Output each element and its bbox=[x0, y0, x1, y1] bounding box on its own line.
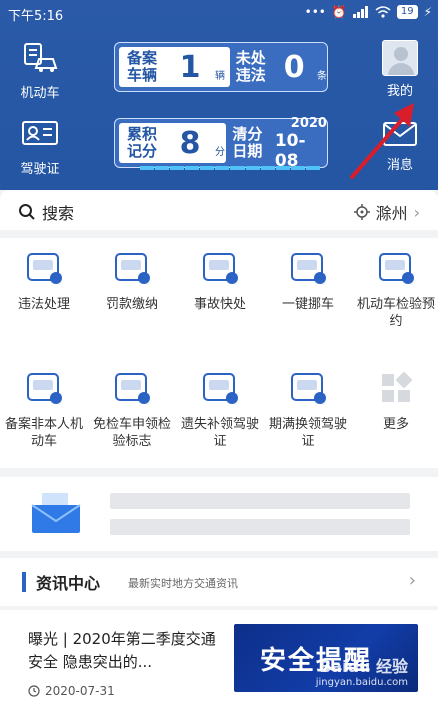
chevron-right-icon: › bbox=[413, 202, 420, 222]
city-label: 滁州 bbox=[375, 204, 408, 223]
points-box: 累积记分 8 分 bbox=[119, 123, 227, 163]
fine-payment-icon bbox=[110, 246, 154, 290]
article-title: 曝光 | 2020年第二季度交通安全 隐患突出的... bbox=[28, 630, 216, 671]
mine-button[interactable]: 我的 bbox=[378, 40, 422, 99]
violation-label: 未处违法 bbox=[235, 49, 266, 84]
article-date: 2020-07-31 bbox=[45, 684, 115, 698]
inspection-appointment-icon bbox=[374, 246, 418, 290]
points-label: 累积记分 bbox=[127, 125, 158, 160]
accident-icon bbox=[198, 246, 242, 290]
violation-unit: 条 bbox=[317, 70, 327, 82]
service-item[interactable]: 免检车申领检验标志 bbox=[88, 366, 176, 450]
news-center-subtitle: 最新实时地方交通资讯 bbox=[128, 577, 238, 590]
vehicle-count-box: 备案车辆 1 辆 bbox=[119, 47, 230, 87]
move-car-icon bbox=[286, 246, 330, 290]
service-item[interactable]: 事故快处 bbox=[176, 246, 264, 313]
header: 下午5:16 ••• ⏰ 19 ⚡ 机动车 驾驶证 备案车辆 1 辆 未处违法 … bbox=[0, 0, 438, 190]
news-article[interactable]: 曝光 | 2020年第二季度交通安全 隐患突出的... 2020-07-31 安… bbox=[0, 610, 438, 713]
location-icon bbox=[353, 204, 370, 220]
clear-date-box: 2020 10-08 bbox=[275, 116, 327, 171]
status-time: 下午5:16 bbox=[8, 9, 64, 24]
charging-icon: ⚡ bbox=[423, 5, 432, 19]
alarm-icon: ⏰ bbox=[331, 5, 347, 19]
search-field[interactable]: 搜索 bbox=[18, 200, 74, 224]
news-center-title: 资讯中心 bbox=[36, 574, 101, 593]
service-label: 罚款缴纳 bbox=[105, 297, 158, 312]
service-label: 遗失补领驾驶证 bbox=[180, 417, 259, 449]
service-item[interactable]: 一键挪车 bbox=[264, 246, 352, 313]
clear-date-day: 10-08 bbox=[274, 130, 306, 171]
register-vehicle-icon bbox=[22, 366, 66, 410]
service-label: 备案非本人机动车 bbox=[4, 417, 83, 449]
reissue-license-icon bbox=[198, 366, 242, 410]
search-icon bbox=[19, 204, 35, 220]
search-bar[interactable]: 搜索 滁州 › bbox=[0, 190, 438, 230]
search-label: 搜索 bbox=[42, 204, 75, 223]
clock-icon bbox=[28, 685, 40, 697]
vehicle-count-label: 备案车辆 bbox=[127, 49, 158, 84]
service-label: 机动车检验预约 bbox=[356, 297, 435, 329]
avatar bbox=[382, 40, 418, 76]
notice-banner[interactable] bbox=[0, 477, 438, 551]
more-dots-icon: ••• bbox=[304, 5, 326, 19]
more-icon bbox=[374, 366, 418, 410]
status-bar: 下午5:16 ••• ⏰ 19 ⚡ bbox=[0, 0, 438, 26]
exempt-label-icon bbox=[110, 366, 154, 410]
clear-date-year: 2020 bbox=[290, 115, 327, 131]
score-progress-bar bbox=[140, 166, 320, 170]
service-label: 期满换领驾驶证 bbox=[268, 417, 347, 449]
watermark-url: jingyan.baidu.com bbox=[315, 677, 408, 688]
license-label: 驾驶证 bbox=[20, 162, 60, 177]
service-label: 违法处理 bbox=[17, 297, 70, 312]
vehicle-count-value: 1 bbox=[179, 49, 201, 85]
points-unit: 分 bbox=[215, 146, 225, 158]
chevron-right-icon: › bbox=[408, 570, 416, 591]
service-item[interactable]: 备案非本人机动车 bbox=[0, 366, 88, 450]
license-icon bbox=[22, 121, 58, 145]
service-item[interactable]: 违法处理 bbox=[0, 246, 88, 313]
service-item[interactable]: 机动车检验预约 bbox=[352, 246, 438, 330]
battery-icon: 19 bbox=[396, 5, 418, 19]
service-item[interactable]: 期满换领驾驶证 bbox=[264, 366, 352, 450]
service-label: 免检车申领检验标志 bbox=[92, 417, 171, 449]
signal-icon bbox=[352, 6, 368, 18]
article-date-row: 2020-07-31 bbox=[28, 684, 115, 698]
service-label: 一键挪车 bbox=[281, 297, 334, 312]
wifi-icon bbox=[375, 6, 391, 18]
points-value: 8 bbox=[179, 125, 201, 161]
points-info-card[interactable]: 累积记分 8 分 清分日期 2020 10-08 bbox=[114, 116, 328, 171]
section-accent-bar bbox=[22, 572, 26, 592]
motor-vehicle-button[interactable]: 机动车 bbox=[0, 42, 80, 101]
notice-line-blurred bbox=[110, 519, 410, 535]
motor-vehicle-icon bbox=[24, 43, 58, 72]
red-arrow-annotation bbox=[350, 103, 414, 179]
notice-line-blurred bbox=[110, 493, 410, 509]
service-item[interactable]: 罚款缴纳 bbox=[88, 246, 176, 313]
vehicle-count-unit: 辆 bbox=[215, 70, 225, 82]
city-selector[interactable]: 滁州 › bbox=[353, 200, 420, 224]
license-button[interactable]: 驾驶证 bbox=[0, 118, 80, 177]
vehicle-info-card[interactable]: 备案车辆 1 辆 未处违法 0 条 bbox=[114, 42, 328, 92]
status-icons: ••• ⏰ 19 ⚡ bbox=[305, 5, 432, 19]
watermark-brand: Baidu 经验 bbox=[319, 657, 408, 676]
service-item[interactable]: 遗失补领驾驶证 bbox=[176, 366, 264, 450]
service-item[interactable]: 更多 bbox=[352, 366, 438, 433]
car-violation-icon bbox=[22, 246, 66, 290]
violation-value: 0 bbox=[283, 49, 305, 85]
clear-date-label: 清分日期 bbox=[232, 125, 263, 160]
renew-license-icon bbox=[286, 366, 330, 410]
service-label: 更多 bbox=[382, 417, 409, 432]
news-center-header[interactable]: 资讯中心 最新实时地方交通资讯 › bbox=[0, 558, 438, 606]
mail-notice-icon bbox=[31, 493, 81, 533]
watermark: Baidu 经验 jingyan.baidu.com bbox=[316, 653, 408, 688]
service-label: 事故快处 bbox=[193, 297, 246, 312]
motor-vehicle-label: 机动车 bbox=[20, 86, 60, 101]
service-grid: 违法处理 罚款缴纳 事故快处 一键挪车 机动车检验预约备案非本人机动车 免检车申领检验标志… bbox=[0, 238, 438, 468]
article-thumbnail: 安全提醒 Baidu 经验 jingyan.baidu.com bbox=[234, 624, 418, 692]
